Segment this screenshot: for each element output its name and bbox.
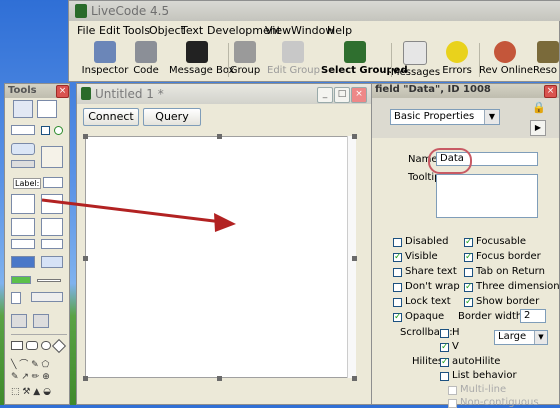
arrow-shaft: [41, 198, 223, 224]
arrow-head: [214, 213, 236, 232]
annotation-arrow: [41, 198, 236, 232]
